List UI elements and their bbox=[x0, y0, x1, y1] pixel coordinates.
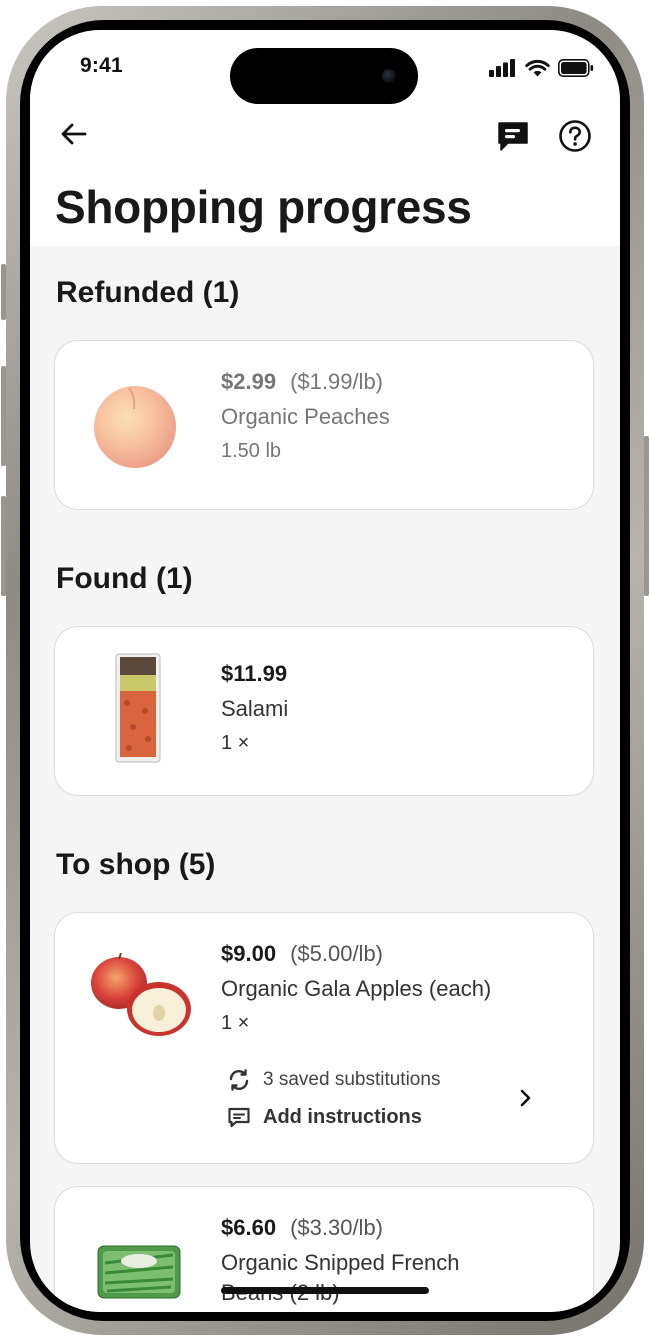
section-title-refunded: Refunded (1) bbox=[56, 276, 240, 309]
unit-price: ($1.99/lb) bbox=[290, 369, 384, 394]
item-quantity: 1.50 lb bbox=[221, 440, 282, 462]
item-name: Organic Peaches bbox=[221, 404, 390, 429]
price-line: $2.99 ($1.99/lb) bbox=[221, 367, 390, 397]
item-quantity: 1 × bbox=[221, 732, 250, 754]
item-info: $2.99 ($1.99/lb) Organic Peaches 1.50 lb bbox=[221, 367, 390, 465]
price-line: $6.60 ($3.30/lb) bbox=[221, 1213, 459, 1243]
page-title: Shopping progress bbox=[55, 181, 472, 233]
status-time: 9:41 bbox=[80, 54, 123, 77]
apples-image bbox=[91, 953, 191, 1036]
item-name: Salami bbox=[221, 696, 289, 721]
item-card-apples[interactable]: $9.00 ($5.00/lb) Organic Gala Apples (eac… bbox=[54, 912, 594, 1164]
unit-price: ($3.30/lb) bbox=[290, 1215, 384, 1240]
question-circle-icon[interactable] bbox=[558, 119, 592, 153]
item-info: $9.00 ($5.00/lb) Organic Gala Apples (eac… bbox=[221, 939, 491, 1037]
add-instructions-label: Add instructions bbox=[263, 1105, 422, 1128]
volume-up-button bbox=[1, 366, 6, 466]
chevron-right-icon[interactable] bbox=[515, 1088, 535, 1108]
comment-icon bbox=[228, 1107, 250, 1128]
peach-image bbox=[94, 386, 176, 468]
substitutions-label: 3 saved substitutions bbox=[263, 1069, 441, 1090]
app-screen: 9:41 Shopping progress Refunded (1) $2.9… bbox=[30, 30, 620, 1312]
signal-icon bbox=[489, 59, 515, 77]
wifi-icon bbox=[525, 59, 550, 77]
add-instructions-row[interactable]: Add instructions bbox=[227, 1105, 422, 1129]
home-indicator bbox=[221, 1287, 429, 1294]
item-name: Organic Snipped French bbox=[221, 1250, 460, 1275]
price-line: $9.00 ($5.00/lb) bbox=[221, 939, 491, 969]
item-price: $2.99 bbox=[221, 369, 277, 394]
substitution-icon bbox=[229, 1069, 249, 1091]
salami-image bbox=[115, 653, 161, 763]
item-price: $9.00 bbox=[221, 941, 277, 966]
price-line: $11.99 bbox=[221, 659, 288, 689]
volume-down-button bbox=[1, 496, 6, 596]
item-price: $11.99 bbox=[221, 661, 288, 686]
item-quantity: 1 × bbox=[221, 1012, 250, 1034]
item-card-peaches[interactable]: $2.99 ($1.99/lb) Organic Peaches 1.50 lb bbox=[54, 340, 594, 510]
item-card-salami[interactable]: $11.99 Salami 1 × bbox=[54, 626, 594, 796]
section-title-found: Found (1) bbox=[56, 562, 193, 595]
french-beans-image bbox=[97, 1245, 181, 1299]
status-icons bbox=[489, 58, 594, 78]
power-button bbox=[644, 436, 649, 596]
section-title-to-shop: To shop (5) bbox=[56, 848, 216, 881]
item-price: $6.60 bbox=[221, 1215, 277, 1240]
dynamic-island bbox=[230, 48, 418, 104]
battery-icon bbox=[558, 59, 594, 77]
item-name: Organic Gala Apples (each) bbox=[221, 976, 492, 1001]
item-info: $11.99 Salami 1 × bbox=[221, 659, 288, 757]
saved-substitutions-row[interactable]: 3 saved substitutions bbox=[227, 1068, 440, 1092]
arrow-left-icon[interactable] bbox=[58, 118, 90, 150]
unit-price: ($5.00/lb) bbox=[290, 941, 384, 966]
action-button bbox=[1, 264, 6, 320]
chat-bubble-icon[interactable] bbox=[496, 119, 530, 153]
header: 9:41 Shopping progress bbox=[30, 30, 620, 246]
camera-icon bbox=[382, 69, 396, 83]
